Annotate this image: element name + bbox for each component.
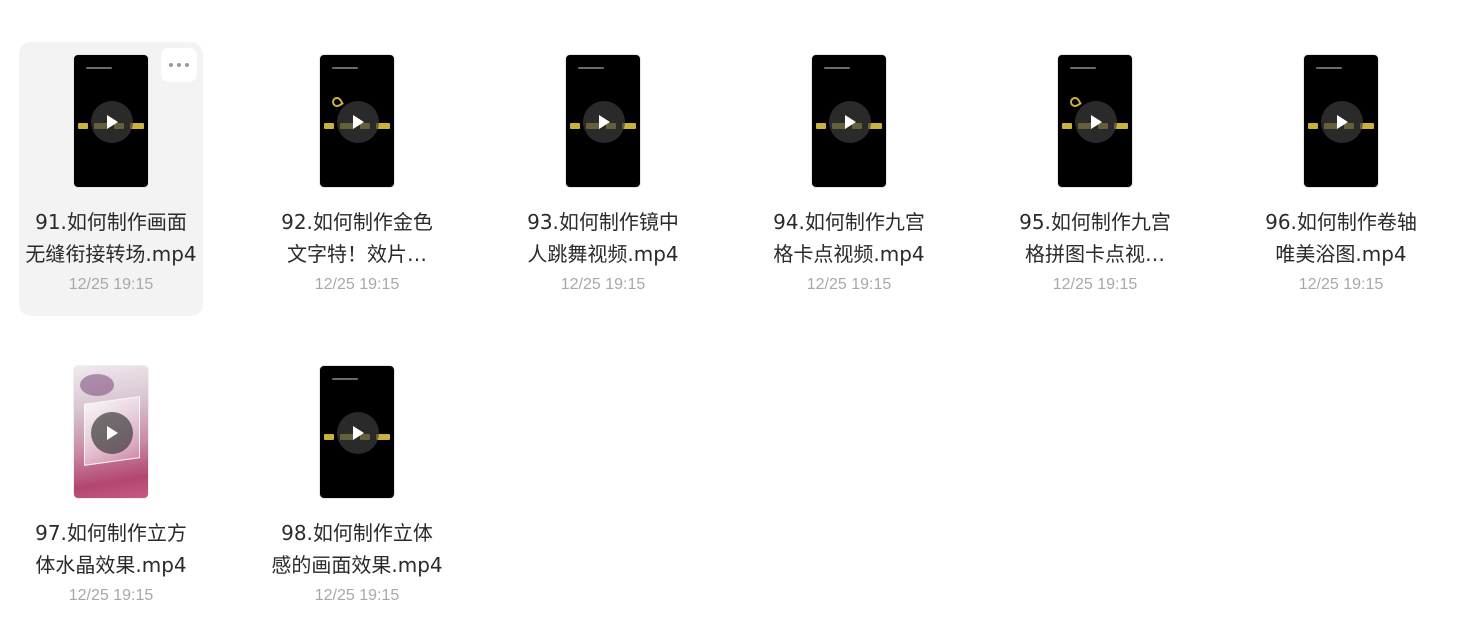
file-name: 92.如何制作金色 文字特！效片… bbox=[265, 206, 449, 270]
file-name-line-2: 感的画面效果.mp4 bbox=[271, 553, 443, 577]
file-name-line-2: 体水晶效果.mp4 bbox=[35, 553, 187, 577]
file-tile[interactable]: 97.如何制作立方 体水晶效果.mp4 12/25 19:15 bbox=[19, 353, 203, 627]
file-tile[interactable]: 93.如何制作镜中 人跳舞视频.mp4 12/25 19:15 bbox=[511, 42, 695, 316]
play-icon[interactable] bbox=[337, 101, 379, 143]
file-date: 12/25 19:15 bbox=[314, 587, 400, 604]
file-name: 95.如何制作九宫 格拼图卡点视… bbox=[1003, 206, 1187, 270]
file-name-line-1: 95.如何制作九宫 bbox=[1019, 210, 1171, 234]
video-thumbnail[interactable] bbox=[73, 54, 149, 188]
file-name: 94.如何制作九宫 格卡点视频.mp4 bbox=[757, 206, 941, 270]
file-name-line-2: 文字特！效片… bbox=[287, 242, 427, 266]
video-thumbnail[interactable] bbox=[1303, 54, 1379, 188]
play-icon[interactable] bbox=[1321, 101, 1363, 143]
file-date: 12/25 19:15 bbox=[68, 276, 154, 293]
more-options-icon bbox=[169, 63, 189, 67]
file-name-line-2: 格拼图卡点视… bbox=[1025, 242, 1165, 266]
file-name-line-2: 唯美浴图.mp4 bbox=[1275, 242, 1407, 266]
file-name-line-2: 格卡点视频.mp4 bbox=[773, 242, 925, 266]
video-thumbnail[interactable] bbox=[73, 365, 149, 499]
file-tile[interactable]: 94.如何制作九宫 格卡点视频.mp4 12/25 19:15 bbox=[757, 42, 941, 316]
play-icon[interactable] bbox=[583, 101, 625, 143]
video-thumbnail[interactable] bbox=[319, 365, 395, 499]
more-options-button[interactable] bbox=[161, 48, 197, 82]
video-thumbnail[interactable] bbox=[1057, 54, 1133, 188]
play-icon[interactable] bbox=[1075, 101, 1117, 143]
play-icon[interactable] bbox=[91, 101, 133, 143]
file-tile[interactable]: 95.如何制作九宫 格拼图卡点视… 12/25 19:15 bbox=[1003, 42, 1187, 316]
file-date: 12/25 19:15 bbox=[1052, 276, 1138, 293]
video-thumbnail[interactable] bbox=[319, 54, 395, 188]
play-icon[interactable] bbox=[337, 412, 379, 454]
file-name: 98.如何制作立体 感的画面效果.mp4 bbox=[265, 517, 449, 581]
play-icon[interactable] bbox=[829, 101, 871, 143]
file-date: 12/25 19:15 bbox=[1298, 276, 1384, 293]
file-tile[interactable]: 92.如何制作金色 文字特！效片… 12/25 19:15 bbox=[265, 42, 449, 316]
file-name: 97.如何制作立方 体水晶效果.mp4 bbox=[19, 517, 203, 581]
file-name-line-2: 无缝衔接转场.mp4 bbox=[25, 242, 197, 266]
file-name-line-1: 93.如何制作镜中 bbox=[527, 210, 679, 234]
file-name-line-1: 92.如何制作金色 bbox=[281, 210, 433, 234]
file-name-line-2: 人跳舞视频.mp4 bbox=[527, 242, 679, 266]
file-name-line-1: 91.如何制作画面 bbox=[35, 210, 187, 234]
file-tile[interactable]: 98.如何制作立体 感的画面效果.mp4 12/25 19:15 bbox=[265, 353, 449, 627]
file-name-line-1: 96.如何制作卷轴 bbox=[1265, 210, 1417, 234]
file-name: 91.如何制作画面 无缝衔接转场.mp4 bbox=[19, 206, 203, 270]
video-thumbnail[interactable] bbox=[565, 54, 641, 188]
file-name-line-1: 98.如何制作立体 bbox=[281, 521, 433, 545]
file-date: 12/25 19:15 bbox=[806, 276, 892, 293]
play-icon[interactable] bbox=[91, 412, 133, 454]
file-date: 12/25 19:15 bbox=[68, 587, 154, 604]
file-date: 12/25 19:15 bbox=[560, 276, 646, 293]
file-name: 93.如何制作镜中 人跳舞视频.mp4 bbox=[511, 206, 695, 270]
file-name-line-1: 94.如何制作九宫 bbox=[773, 210, 925, 234]
video-thumbnail[interactable] bbox=[811, 54, 887, 188]
file-grid: 91.如何制作画面 无缝衔接转场.mp4 12/25 19:15 92.如何制作… bbox=[0, 0, 1465, 634]
file-name: 96.如何制作卷轴 唯美浴图.mp4 bbox=[1249, 206, 1433, 270]
file-tile[interactable]: 91.如何制作画面 无缝衔接转场.mp4 12/25 19:15 bbox=[19, 42, 203, 316]
file-name-line-1: 97.如何制作立方 bbox=[35, 521, 187, 545]
file-date: 12/25 19:15 bbox=[314, 276, 400, 293]
file-tile[interactable]: 96.如何制作卷轴 唯美浴图.mp4 12/25 19:15 bbox=[1249, 42, 1433, 316]
